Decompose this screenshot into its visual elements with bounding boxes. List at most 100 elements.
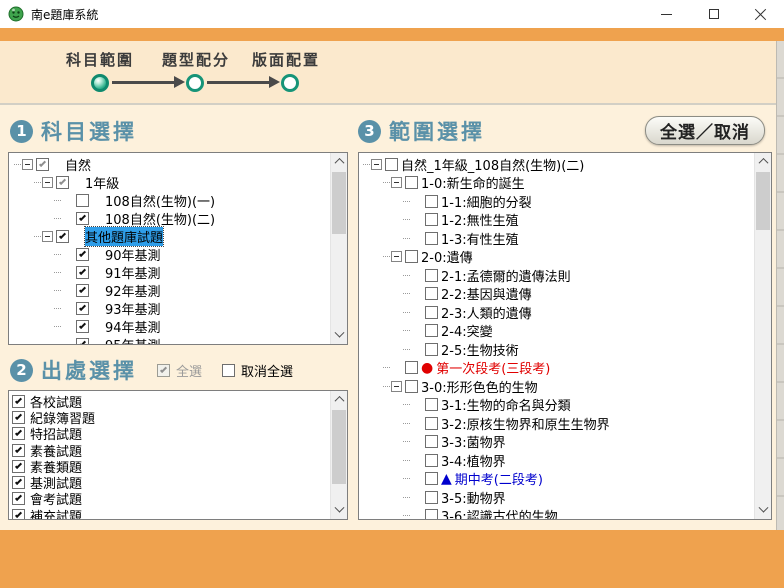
expander-icon[interactable] [22, 159, 33, 170]
tree-checkbox[interactable] [425, 454, 438, 467]
tree-checkbox[interactable] [56, 176, 69, 189]
source-list-item[interactable]: 素養類題 [9, 458, 330, 474]
source-checkbox[interactable] [12, 411, 25, 424]
tree-item-label[interactable]: 94年基測 [105, 317, 161, 336]
tree-checkbox[interactable] [425, 343, 438, 356]
source-checkbox[interactable] [12, 395, 25, 408]
tree-item-label[interactable]: 3-4:植物界 [441, 451, 506, 470]
tree-checkbox[interactable] [76, 302, 89, 315]
step-dot-3-icon[interactable] [281, 74, 299, 92]
tree-item-label[interactable]: 91年基測 [105, 263, 161, 282]
tree-checkbox[interactable] [76, 320, 89, 333]
tree-item-label[interactable]: 3-2:原核生物界和原生生物界 [441, 414, 610, 433]
range-tree-row[interactable]: ▲ 期中考(二段考) [359, 470, 754, 489]
range-tree-row[interactable]: 2-0:遺傳 [359, 248, 754, 267]
tree-checkbox[interactable] [36, 158, 49, 171]
expander-icon[interactable] [42, 231, 53, 242]
source-list-item[interactable]: 紀錄簿習題 [9, 409, 330, 425]
subject-tree-row[interactable]: 91年基測 [9, 263, 330, 281]
tree-checkbox[interactable] [425, 509, 438, 519]
tree-item-label[interactable]: 92年基測 [105, 281, 161, 300]
tree-checkbox[interactable] [425, 306, 438, 319]
tree-item-label[interactable]: 其他題庫試題 [85, 227, 163, 246]
step-label-layout-config[interactable]: 版面配置 [252, 49, 320, 70]
range-tree-scrollbar[interactable] [754, 153, 771, 519]
tree-checkbox[interactable] [76, 194, 89, 207]
source-checkbox[interactable] [12, 427, 25, 440]
range-tree-row[interactable]: ● 第一次段考(三段考) [359, 359, 754, 378]
deselect-all-checkbox[interactable]: 取消全選 [222, 361, 293, 380]
tree-item-label[interactable]: 108自然(生物)(一) [105, 191, 215, 210]
tree-item-label[interactable]: 2-3:人類的遺傳 [441, 303, 532, 322]
scroll-down-icon[interactable] [331, 327, 347, 344]
expander-icon[interactable] [391, 177, 402, 188]
source-list-item[interactable]: 會考試題 [9, 491, 330, 507]
scroll-thumb[interactable] [332, 410, 346, 484]
subject-tree-row[interactable]: 95年基測 [9, 335, 330, 344]
tree-checkbox[interactable] [76, 284, 89, 297]
tree-item-label[interactable]: 期中考(二段考) [455, 469, 543, 488]
tree-item-label[interactable]: 1-0:新生命的誕生 [421, 173, 525, 192]
tree-item-label[interactable]: 2-1:孟德爾的遺傳法則 [441, 266, 571, 285]
tree-item-label[interactable]: 2-5:生物技術 [441, 340, 519, 359]
window-edge-scrollbar[interactable] [776, 41, 784, 588]
source-list-item[interactable]: 各校試題 [9, 393, 330, 409]
range-tree-row[interactable]: 3-1:生物的命名與分類 [359, 396, 754, 415]
select-all-checkbox-icon[interactable] [157, 364, 170, 377]
subject-tree-row[interactable]: 93年基測 [9, 299, 330, 317]
tree-checkbox[interactable] [425, 435, 438, 448]
tree-item-label[interactable]: 1-1:細胞的分裂 [441, 192, 532, 211]
tree-item-label[interactable]: 108自然(生物)(二) [105, 209, 215, 228]
tree-item-label[interactable]: 90年基測 [105, 245, 161, 264]
source-list-item[interactable]: 基測試題 [9, 474, 330, 490]
source-list-scrollbar[interactable] [330, 391, 347, 519]
tree-item-label[interactable]: 1-2:無性生殖 [441, 210, 519, 229]
tree-checkbox[interactable] [405, 250, 418, 263]
step-label-subject-range[interactable]: 科目範圍 [66, 49, 134, 70]
select-all-checkbox[interactable]: 全選 [157, 361, 202, 380]
tree-item-label[interactable]: 第一次段考(三段考) [436, 358, 550, 377]
subject-tree-row[interactable]: 94年基測 [9, 317, 330, 335]
subject-tree-row[interactable]: 92年基測 [9, 281, 330, 299]
step-dot-2-icon[interactable] [186, 74, 204, 92]
tree-checkbox[interactable] [425, 195, 438, 208]
tree-checkbox[interactable] [425, 398, 438, 411]
range-tree-row[interactable]: 3-5:動物界 [359, 488, 754, 507]
scroll-up-icon[interactable] [331, 153, 347, 170]
scroll-thumb[interactable] [332, 172, 346, 234]
expander-icon[interactable] [391, 251, 402, 262]
tree-checkbox[interactable] [425, 472, 438, 485]
scroll-up-icon[interactable] [755, 153, 771, 170]
range-tree-row[interactable]: 3-3:菌物界 [359, 433, 754, 452]
subject-tree-scrollbar[interactable] [330, 153, 347, 344]
range-tree-row[interactable]: 1-2:無性生殖 [359, 211, 754, 230]
subject-tree-row[interactable]: 90年基測 [9, 245, 330, 263]
tree-item-label[interactable]: 93年基測 [105, 299, 161, 318]
tree-item-label[interactable]: 3-5:動物界 [441, 488, 506, 507]
scroll-thumb[interactable] [756, 172, 770, 230]
tree-checkbox[interactable] [425, 213, 438, 226]
expander-icon[interactable] [371, 159, 382, 170]
range-tree-row[interactable]: 2-4:突變 [359, 322, 754, 341]
scroll-up-icon[interactable] [331, 391, 347, 408]
tree-item-label[interactable]: 3-0:形形色色的生物 [421, 377, 538, 396]
scroll-down-icon[interactable] [755, 502, 771, 519]
range-tree-row[interactable]: 自然_1年級_108自然(生物)(二) [359, 155, 754, 174]
tree-checkbox[interactable] [425, 269, 438, 282]
toggle-all-button[interactable]: 全選／取消 [645, 116, 765, 145]
subject-tree-row[interactable]: 其他題庫試題 [9, 227, 330, 245]
source-checkbox[interactable] [12, 492, 25, 505]
tree-checkbox[interactable] [76, 212, 89, 225]
tree-checkbox[interactable] [425, 324, 438, 337]
range-tree-row[interactable]: 1-1:細胞的分裂 [359, 192, 754, 211]
tree-item-label[interactable]: 2-0:遺傳 [421, 247, 473, 266]
tree-item-label[interactable]: 3-3:菌物界 [441, 432, 506, 451]
tree-checkbox[interactable] [76, 338, 89, 345]
range-tree-row[interactable]: 3-2:原核生物界和原生生物界 [359, 414, 754, 433]
subject-tree-row[interactable]: 108自然(生物)(一) [9, 191, 330, 209]
tree-item-label[interactable]: 3-1:生物的命名與分類 [441, 395, 571, 414]
minimize-button[interactable] [643, 0, 690, 28]
range-tree-row[interactable]: 3-0:形形色色的生物 [359, 377, 754, 396]
range-tree-row[interactable]: 2-1:孟德爾的遺傳法則 [359, 266, 754, 285]
tree-item-label[interactable]: 2-4:突變 [441, 321, 493, 340]
